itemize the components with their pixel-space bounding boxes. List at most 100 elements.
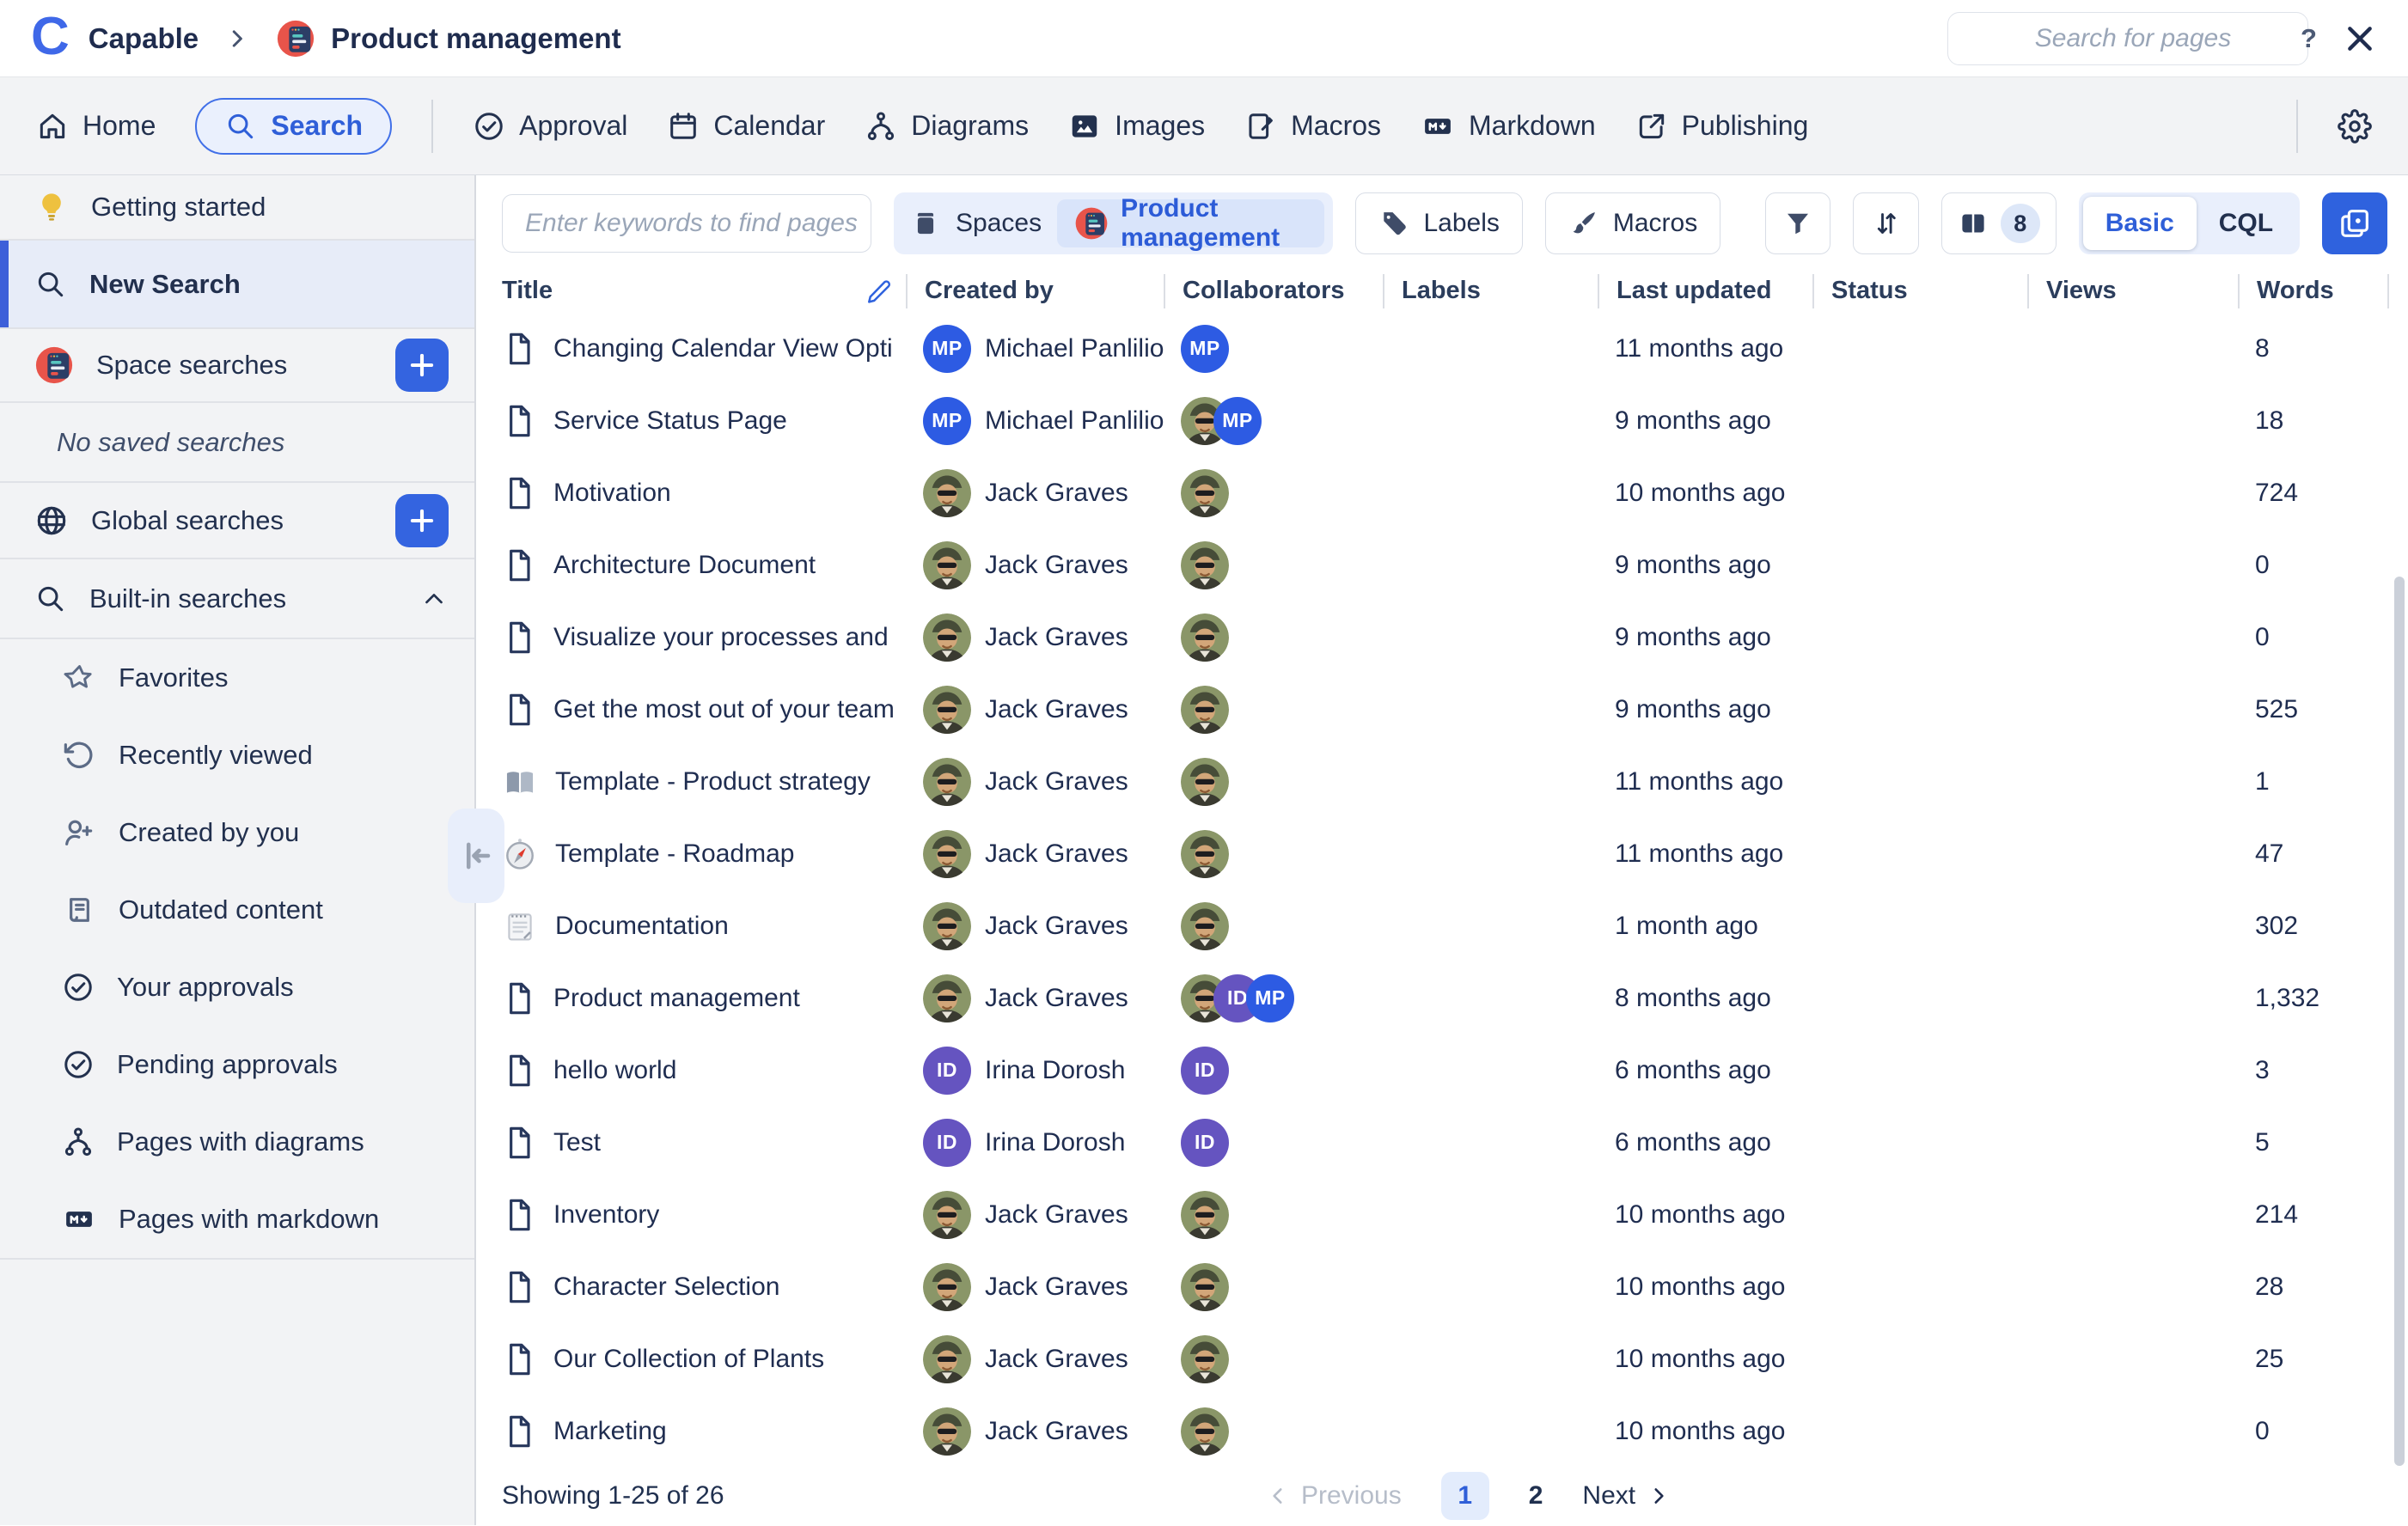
nav-item-diagrams[interactable]: Diagrams xyxy=(865,110,1029,143)
nav-item-images[interactable]: Images xyxy=(1068,110,1205,143)
nav-divider xyxy=(431,100,433,153)
avatar-photo xyxy=(1181,1335,1229,1383)
avatar-initials: ID xyxy=(1181,1119,1229,1167)
nav-item-markdown[interactable]: Markdown xyxy=(1421,110,1596,143)
sidebar-item-pages-with-diagrams[interactable]: Pages with diagrams xyxy=(0,1103,474,1181)
previous-page-button[interactable]: Previous xyxy=(1267,1481,1402,1511)
avatar-photo xyxy=(923,758,971,806)
words-cell: 0 xyxy=(2238,623,2389,652)
table-row[interactable]: Template - RoadmapJack Graves11 months a… xyxy=(476,818,2408,890)
column-header-last-updated[interactable]: Last updated xyxy=(1598,274,1812,308)
sidebar-item-space-searches[interactable]: Space searches xyxy=(0,329,474,401)
calendar-icon xyxy=(667,110,700,143)
table-row[interactable]: Architecture DocumentJack Graves9 months… xyxy=(476,529,2408,601)
table-row[interactable]: MarketingJack Graves10 months ago0 xyxy=(476,1395,2408,1468)
macros-filter-button[interactable]: Macros xyxy=(1545,192,1720,254)
title-cell: Changing Calendar View Options xyxy=(502,330,906,368)
page-title: hello world xyxy=(553,1056,676,1085)
labels-filter-button[interactable]: Labels xyxy=(1355,192,1522,254)
next-page-button[interactable]: Next xyxy=(1582,1481,1670,1511)
sidebar-collapse-handle[interactable] xyxy=(448,809,504,903)
sidebar-item-recently-viewed[interactable]: Recently viewed xyxy=(0,717,474,794)
page-icon xyxy=(502,691,536,729)
table-row[interactable]: Service Status PageMPMichael PanlilioMP9… xyxy=(476,385,2408,457)
page-2-button[interactable]: 2 xyxy=(1529,1481,1543,1511)
table-row[interactable]: DocumentationJack Graves1 month ago302 xyxy=(476,890,2408,962)
mode-basic-button[interactable]: Basic xyxy=(2083,197,2197,250)
column-header-words[interactable]: Words xyxy=(2238,274,2389,308)
table-row[interactable]: Product managementJack GravesIDMP8 month… xyxy=(476,962,2408,1035)
page-icon xyxy=(502,1052,536,1090)
sidebar-item-label: New Search xyxy=(89,269,241,300)
sidebar-item-pages-with-markdown[interactable]: Pages with markdown xyxy=(0,1181,474,1258)
sidebar-item-global-searches[interactable]: Global searches xyxy=(0,483,474,558)
nav-item-publishing[interactable]: Publishing xyxy=(1635,110,1809,143)
column-header-label: Created by xyxy=(925,277,1054,305)
filter-button[interactable] xyxy=(1765,192,1830,254)
nav-item-label: Publishing xyxy=(1682,110,1809,142)
nav-item-calendar[interactable]: Calendar xyxy=(667,110,825,143)
sidebar-item-label: Pages with markdown xyxy=(119,1204,379,1235)
table-row[interactable]: hello worldIDIrina DoroshID6 months ago3 xyxy=(476,1035,2408,1107)
column-header-title[interactable]: Title xyxy=(502,274,906,308)
table-row[interactable]: Visualize your processes and stJack Grav… xyxy=(476,601,2408,674)
sidebar-item-your-approvals[interactable]: Your approvals xyxy=(0,949,474,1026)
table-row[interactable]: Get the most out of your team sJack Grav… xyxy=(476,674,2408,746)
close-icon[interactable] xyxy=(2343,21,2377,56)
page-icon xyxy=(502,330,536,368)
sidebar-item-outdated-content[interactable]: Outdated content xyxy=(0,871,474,949)
breadcrumb-space-name[interactable]: Product management xyxy=(331,22,620,55)
sidebar-item-favorites[interactable]: Favorites xyxy=(0,639,474,717)
app-name[interactable]: Capable xyxy=(89,22,199,55)
nav-item-home[interactable]: Home xyxy=(36,110,156,143)
mode-cql-button[interactable]: CQL xyxy=(2197,209,2295,238)
vertical-scrollbar[interactable] xyxy=(2394,577,2405,1466)
sidebar-item-created-by-you[interactable]: Created by you xyxy=(0,794,474,871)
sort-button[interactable] xyxy=(1853,192,1918,254)
search-pages-input[interactable] xyxy=(1965,23,2301,54)
table-row[interactable]: TestIDIrina DoroshID6 months ago5 xyxy=(476,1107,2408,1179)
table-row[interactable]: Changing Calendar View OptionsMPMichael … xyxy=(476,313,2408,385)
add-global-search-button[interactable] xyxy=(395,494,449,547)
help-icon[interactable]: ? xyxy=(2301,23,2317,54)
nav-item-macros[interactable]: Macros xyxy=(1244,110,1381,143)
column-header-views[interactable]: Views xyxy=(2027,274,2238,308)
check-circle-icon xyxy=(62,971,95,1004)
results-summary: Showing 1-25 of 26 xyxy=(502,1481,724,1511)
page-title: Inventory xyxy=(553,1200,659,1230)
chevron-up-icon[interactable] xyxy=(419,584,449,613)
column-header-created-by[interactable]: Created by xyxy=(906,274,1164,308)
sidebar-item-new-search[interactable]: New Search xyxy=(0,241,474,327)
space-value-chip[interactable]: Product management xyxy=(1057,199,1324,247)
sidebar-item-pending-approvals[interactable]: Pending approvals xyxy=(0,1026,474,1103)
sidebar-no-saved-searches: No saved searches xyxy=(0,403,474,481)
table-row[interactable]: InventoryJack Graves10 months ago214 xyxy=(476,1179,2408,1251)
add-space-search-button[interactable] xyxy=(395,339,449,392)
table-row[interactable]: Character SelectionJack Graves10 months … xyxy=(476,1251,2408,1323)
globe-icon xyxy=(34,504,69,538)
sidebar-item-getting-started[interactable]: Getting started xyxy=(0,175,474,239)
collaborators-cell xyxy=(1164,541,1383,589)
page-title: Our Collection of Plants xyxy=(553,1345,824,1374)
columns-button[interactable]: 8 xyxy=(1941,192,2057,254)
no-saved-label: No saved searches xyxy=(57,427,284,458)
nav-item-label: Calendar xyxy=(713,110,825,142)
spaces-filter-chip[interactable]: Spaces Product management xyxy=(894,192,1333,254)
column-header-labels[interactable]: Labels xyxy=(1383,274,1598,308)
words-cell: 0 xyxy=(2238,551,2389,580)
save-search-button[interactable] xyxy=(2322,192,2387,254)
nav-item-approval[interactable]: Approval xyxy=(473,110,627,143)
table-row[interactable]: Template - Product strategyJack Graves11… xyxy=(476,746,2408,818)
page-1-button[interactable]: 1 xyxy=(1441,1472,1489,1520)
sidebar-item-built-in-searches[interactable]: Built-in searches xyxy=(0,559,474,638)
keyword-input[interactable] xyxy=(523,208,859,239)
column-header-status[interactable]: Status xyxy=(1812,274,2027,308)
nav-item-search[interactable]: Search xyxy=(195,98,392,155)
table-row[interactable]: Our Collection of PlantsJack Graves10 mo… xyxy=(476,1323,2408,1395)
table-row[interactable]: MotivationJack Graves10 months ago724 xyxy=(476,457,2408,529)
column-header-collaborators[interactable]: Collaborators xyxy=(1164,274,1383,308)
edit-title-pencil-icon[interactable] xyxy=(866,278,892,304)
title-cell: Inventory xyxy=(502,1196,906,1234)
settings-gear-icon[interactable] xyxy=(2338,109,2372,143)
collaborators-cell xyxy=(1164,613,1383,662)
